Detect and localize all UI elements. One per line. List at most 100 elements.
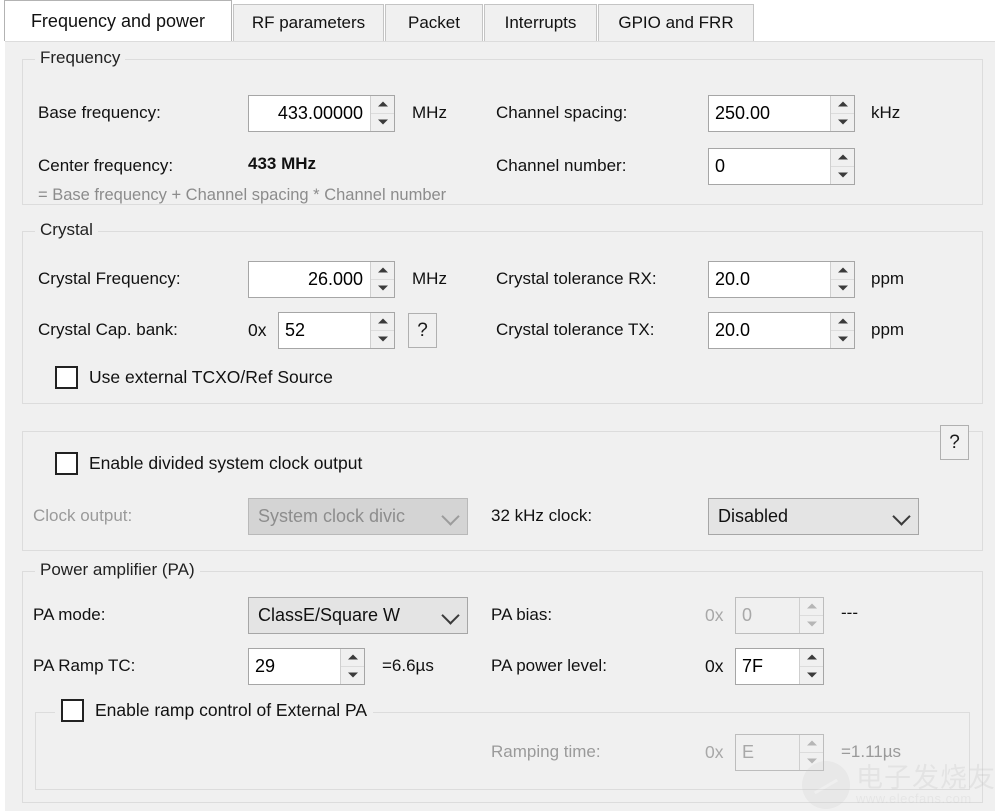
power-amplifier-group-title: Power amplifier (PA) [35,560,200,580]
spinner-up-icon[interactable] [800,649,823,667]
spinner-down-icon[interactable] [831,114,854,132]
crystal-tolerance-rx-spinner[interactable] [830,262,854,297]
pa-mode-label: PA mode: [33,605,105,625]
crystal-tolerance-rx-label: Crystal tolerance RX: [496,269,657,289]
clock-help-button[interactable]: ? [940,425,969,460]
crystal-frequency-value: 26.000 [249,262,370,297]
enable-ramp-control-external-pa-checkbox[interactable]: Enable ramp control of External PA [55,699,373,722]
channel-spacing-input[interactable]: 250.00 [708,95,855,132]
crystal-tolerance-tx-spinner[interactable] [830,313,854,348]
channel-number-input[interactable]: 0 [708,148,855,185]
tab-label: GPIO and FRR [618,13,733,33]
spinner-up-icon[interactable] [371,262,394,280]
tab-label: Packet [408,13,460,33]
spinner-down-icon[interactable] [371,280,394,298]
crystal-frequency-unit: MHz [412,269,447,289]
enable-divided-system-clock-checkbox[interactable]: Enable divided system clock output [55,452,362,475]
ramping-time-hex-prefix: 0x [705,742,723,763]
channel-number-label: Channel number: [496,156,626,176]
tab-rf-parameters[interactable]: RF parameters [233,4,384,41]
pa-bias-hex-prefix: 0x [705,605,723,626]
pa-power-level-input[interactable]: 7F [735,648,824,685]
clock-output-value: System clock divic [258,506,439,527]
pa-ramp-tc-input[interactable]: 29 [248,648,365,685]
crystal-frequency-input[interactable]: 26.000 [248,261,395,298]
crystal-tolerance-tx-value: 20.0 [709,313,830,348]
spinner-down-icon[interactable] [341,667,364,685]
crystal-frequency-label: Crystal Frequency: [38,269,181,289]
channel-spacing-unit: kHz [871,103,900,123]
tab-label: Interrupts [505,13,577,33]
ramping-time-input[interactable]: E [735,734,824,771]
spinner-down-icon[interactable] [831,331,854,349]
pa-ramp-tc-spinner[interactable] [340,649,364,684]
crystal-tolerance-tx-unit: ppm [871,320,904,340]
spinner-up-icon[interactable] [341,649,364,667]
tab-gpio-and-frr[interactable]: GPIO and FRR [598,4,754,41]
frequency-group-title: Frequency [35,48,125,68]
crystal-cap-bank-input[interactable]: 52 [278,312,395,349]
spinner-down-icon[interactable] [800,667,823,685]
tab-strip: Frequency and power RF parameters Packet… [0,0,1000,41]
crystal-frequency-spinner[interactable] [370,262,394,297]
checkbox-box-icon[interactable] [61,699,84,722]
tab-label: Frequency and power [31,11,205,32]
pa-bias-spinner[interactable] [799,598,823,633]
channel-spacing-label: Channel spacing: [496,103,627,123]
pa-bias-input[interactable]: 0 [735,597,824,634]
tab-interrupts[interactable]: Interrupts [484,4,597,41]
clock-32khz-label: 32 kHz clock: [491,506,592,526]
spinner-down-icon[interactable] [800,753,823,771]
use-external-tcxo-checkbox[interactable]: Use external TCXO/Ref Source [55,366,333,389]
chevron-down-icon [890,499,910,534]
chevron-down-icon [439,499,459,534]
base-frequency-label: Base frequency: [38,103,161,123]
pa-ramp-tc-value: 29 [249,649,340,684]
crystal-tolerance-tx-input[interactable]: 20.0 [708,312,855,349]
pa-ramp-tc-suffix: =6.6µs [382,656,434,676]
spinner-up-icon[interactable] [831,96,854,114]
pa-mode-value: ClassE/Square W [258,605,439,626]
pa-bias-suffix: --- [841,603,858,623]
spinner-down-icon[interactable] [800,616,823,634]
pa-power-level-value: 7F [736,649,799,684]
base-frequency-input[interactable]: 433.00000 [248,95,395,132]
channel-spacing-spinner[interactable] [830,96,854,131]
pa-power-level-spinner[interactable] [799,649,823,684]
ramping-time-label: Ramping time: [491,742,601,762]
spinner-up-icon[interactable] [800,735,823,753]
base-frequency-unit: MHz [412,103,447,123]
spinner-up-icon[interactable] [800,598,823,616]
base-frequency-value: 433.00000 [249,96,370,131]
pa-power-level-label: PA power level: [491,656,607,676]
crystal-tolerance-rx-value: 20.0 [709,262,830,297]
clock-output-select[interactable]: System clock divic [248,498,468,535]
channel-spacing-value: 250.00 [709,96,830,131]
checkbox-box-icon[interactable] [55,452,78,475]
checkbox-box-icon[interactable] [55,366,78,389]
spinner-down-icon[interactable] [371,331,394,349]
tab-packet[interactable]: Packet [385,4,483,41]
crystal-cap-bank-help-button[interactable]: ? [408,313,437,348]
spinner-up-icon[interactable] [371,313,394,331]
question-mark-icon: ? [949,432,960,454]
channel-number-spinner[interactable] [830,149,854,184]
clock-32khz-select[interactable]: Disabled [708,498,919,535]
crystal-tolerance-rx-input[interactable]: 20.0 [708,261,855,298]
crystal-cap-bank-spinner[interactable] [370,313,394,348]
ramping-time-spinner[interactable] [799,735,823,770]
spinner-down-icon[interactable] [831,167,854,185]
base-frequency-spinner[interactable] [370,96,394,131]
spinner-up-icon[interactable] [831,149,854,167]
pa-mode-select[interactable]: ClassE/Square W [248,597,468,634]
question-mark-icon: ? [417,320,428,342]
spinner-up-icon[interactable] [371,96,394,114]
crystal-group-title: Crystal [35,220,98,240]
spinner-up-icon[interactable] [831,313,854,331]
center-frequency-value: 433 MHz [248,154,316,174]
clock-32khz-value: Disabled [718,506,890,527]
tab-frequency-and-power[interactable]: Frequency and power [4,0,232,41]
spinner-down-icon[interactable] [831,280,854,298]
spinner-up-icon[interactable] [831,262,854,280]
spinner-down-icon[interactable] [371,114,394,132]
